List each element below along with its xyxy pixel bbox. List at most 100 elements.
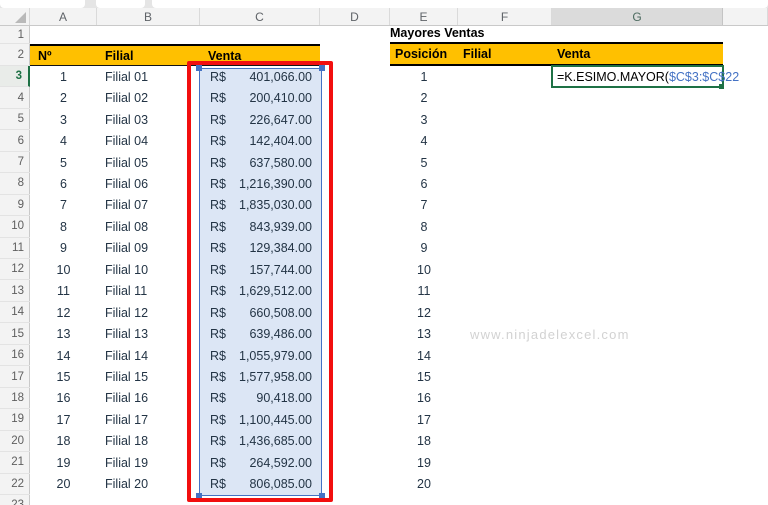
row-header-3[interactable]: 3 [0, 66, 30, 88]
cell-e8[interactable]: 6 [390, 173, 458, 194]
row-header-16[interactable]: 16 [0, 345, 30, 367]
cell-a17[interactable]: 15 [30, 366, 97, 387]
cell-b13[interactable]: Filial 11 [97, 281, 200, 302]
cell-b10[interactable]: Filial 08 [97, 216, 200, 237]
row-headers: 1234567891011121314151617181920212223 [0, 26, 30, 505]
cell-b11[interactable]: Filial 09 [97, 238, 200, 259]
cell-b12[interactable]: Filial 10 [97, 259, 200, 280]
cell-e17[interactable]: 15 [390, 366, 458, 387]
cell-a22[interactable]: 20 [30, 474, 97, 495]
cell-b18[interactable]: Filial 16 [97, 388, 200, 409]
row-header-9[interactable]: 9 [0, 195, 30, 217]
cell-e20[interactable]: 18 [390, 431, 458, 452]
cell-a19[interactable]: 17 [30, 409, 97, 430]
row-header-8[interactable]: 8 [0, 173, 30, 195]
cell-b8[interactable]: Filial 06 [97, 173, 200, 194]
cell-e16[interactable]: 14 [390, 345, 458, 366]
row-header-18[interactable]: 18 [0, 388, 30, 410]
cell-e4[interactable]: 2 [390, 87, 458, 108]
cell-e9[interactable]: 7 [390, 195, 458, 216]
cell-b21[interactable]: Filial 19 [97, 452, 200, 473]
cell-e19[interactable]: 17 [390, 409, 458, 430]
cell-a6[interactable]: 4 [30, 130, 97, 151]
fx-button-bottom [96, 0, 145, 8]
cell-b15[interactable]: Filial 13 [97, 323, 200, 344]
cell-a16[interactable]: 14 [30, 345, 97, 366]
cell-a8[interactable]: 6 [30, 173, 97, 194]
excel-sheet: ABCDEFG 1 2 3 4 5 6 7 8 9 10 11 12 13 14 15 16 17 18 19 20 2… [0, 0, 768, 505]
row-header-17[interactable]: 17 [0, 366, 30, 388]
row-header-22[interactable]: 22 [0, 474, 30, 495]
column-header-f[interactable]: F [458, 8, 552, 25]
cell-e21[interactable]: 19 [390, 452, 458, 473]
column-header-partial[interactable] [723, 8, 768, 25]
cell-e18[interactable]: 16 [390, 388, 458, 409]
row-header-11[interactable]: 11 [0, 238, 30, 260]
column-header-g[interactable]: G [552, 8, 723, 25]
cell-e10[interactable]: 8 [390, 216, 458, 237]
name-box-bottom [0, 0, 85, 8]
row-header-5[interactable]: 5 [0, 109, 30, 131]
cell-e12[interactable]: 10 [390, 259, 458, 280]
cell-a14[interactable]: 12 [30, 302, 97, 323]
row-header-10[interactable]: 10 [0, 216, 30, 238]
cell-b20[interactable]: Filial 18 [97, 431, 200, 452]
cell-a12[interactable]: 10 [30, 259, 97, 280]
row-header-23[interactable]: 23 [0, 495, 30, 505]
cell-a7[interactable]: 5 [30, 152, 97, 173]
row-header-14[interactable]: 14 [0, 302, 30, 324]
cell-e7[interactable]: 5 [390, 152, 458, 173]
cell-e15[interactable]: 13 [390, 323, 458, 344]
cell-b3[interactable]: Filial 01 [97, 66, 200, 87]
select-all-corner[interactable] [0, 8, 30, 25]
cell-b4[interactable]: Filial 02 [97, 87, 200, 108]
cell-a10[interactable]: 8 [30, 216, 97, 237]
cell-a20[interactable]: 18 [30, 431, 97, 452]
cell-b14[interactable]: Filial 12 [97, 302, 200, 323]
cell-a15[interactable]: 13 [30, 323, 97, 344]
cell-e6[interactable]: 4 [390, 130, 458, 151]
cell-a11[interactable]: 9 [30, 238, 97, 259]
row-header-7[interactable]: 7 [0, 152, 30, 174]
cell-a5[interactable]: 3 [30, 109, 97, 130]
column-header-c[interactable]: C [200, 8, 320, 25]
cell-b17[interactable]: Filial 15 [97, 366, 200, 387]
row-header-15[interactable]: 15 [0, 323, 30, 345]
column-header-a[interactable]: A [30, 8, 97, 25]
cell-b7[interactable]: Filial 05 [97, 152, 200, 173]
column-header-b[interactable]: B [97, 8, 200, 25]
row-header-21[interactable]: 21 [0, 452, 30, 474]
row-header-1[interactable]: 1 [0, 26, 30, 44]
row-header-13[interactable]: 13 [0, 281, 30, 302]
row-header-6[interactable]: 6 [0, 130, 30, 152]
cell-e22[interactable]: 20 [390, 474, 458, 495]
cell-a18[interactable]: 16 [30, 388, 97, 409]
cell-a21[interactable]: 19 [30, 452, 97, 473]
cell-b9[interactable]: Filial 07 [97, 195, 200, 216]
row-header-12[interactable]: 12 [0, 259, 30, 281]
cell-e11[interactable]: 9 [390, 238, 458, 259]
cell-b19[interactable]: Filial 17 [97, 409, 200, 430]
row-header-20[interactable]: 20 [0, 431, 30, 453]
cell-e5[interactable]: 3 [390, 109, 458, 130]
cell-b6[interactable]: Filial 04 [97, 130, 200, 151]
formula-input-bottom [152, 0, 768, 8]
row-header-2[interactable]: 2 [0, 44, 30, 66]
cell-e14[interactable]: 12 [390, 302, 458, 323]
column-header-d[interactable]: D [320, 8, 390, 25]
cell-a4[interactable]: 2 [30, 87, 97, 108]
formula-edit-cell-g3[interactable]: =K.ESIMO.MAYOR($C$3:$C$22 [551, 65, 739, 88]
row-header-4[interactable]: 4 [0, 87, 30, 109]
row-header-19[interactable]: 19 [0, 409, 30, 431]
red-annotation-rectangle [187, 61, 333, 502]
cell-a9[interactable]: 7 [30, 195, 97, 216]
cell-a3[interactable]: 1 [30, 66, 97, 87]
cell-b16[interactable]: Filial 14 [97, 345, 200, 366]
column-header-e[interactable]: E [390, 8, 458, 25]
fill-handle[interactable] [719, 84, 724, 89]
cell-b5[interactable]: Filial 03 [97, 109, 200, 130]
cell-e3[interactable]: 1 [390, 66, 458, 87]
cell-a13[interactable]: 11 [30, 281, 97, 302]
cell-e13[interactable]: 11 [390, 281, 458, 302]
cell-b22[interactable]: Filial 20 [97, 474, 200, 495]
